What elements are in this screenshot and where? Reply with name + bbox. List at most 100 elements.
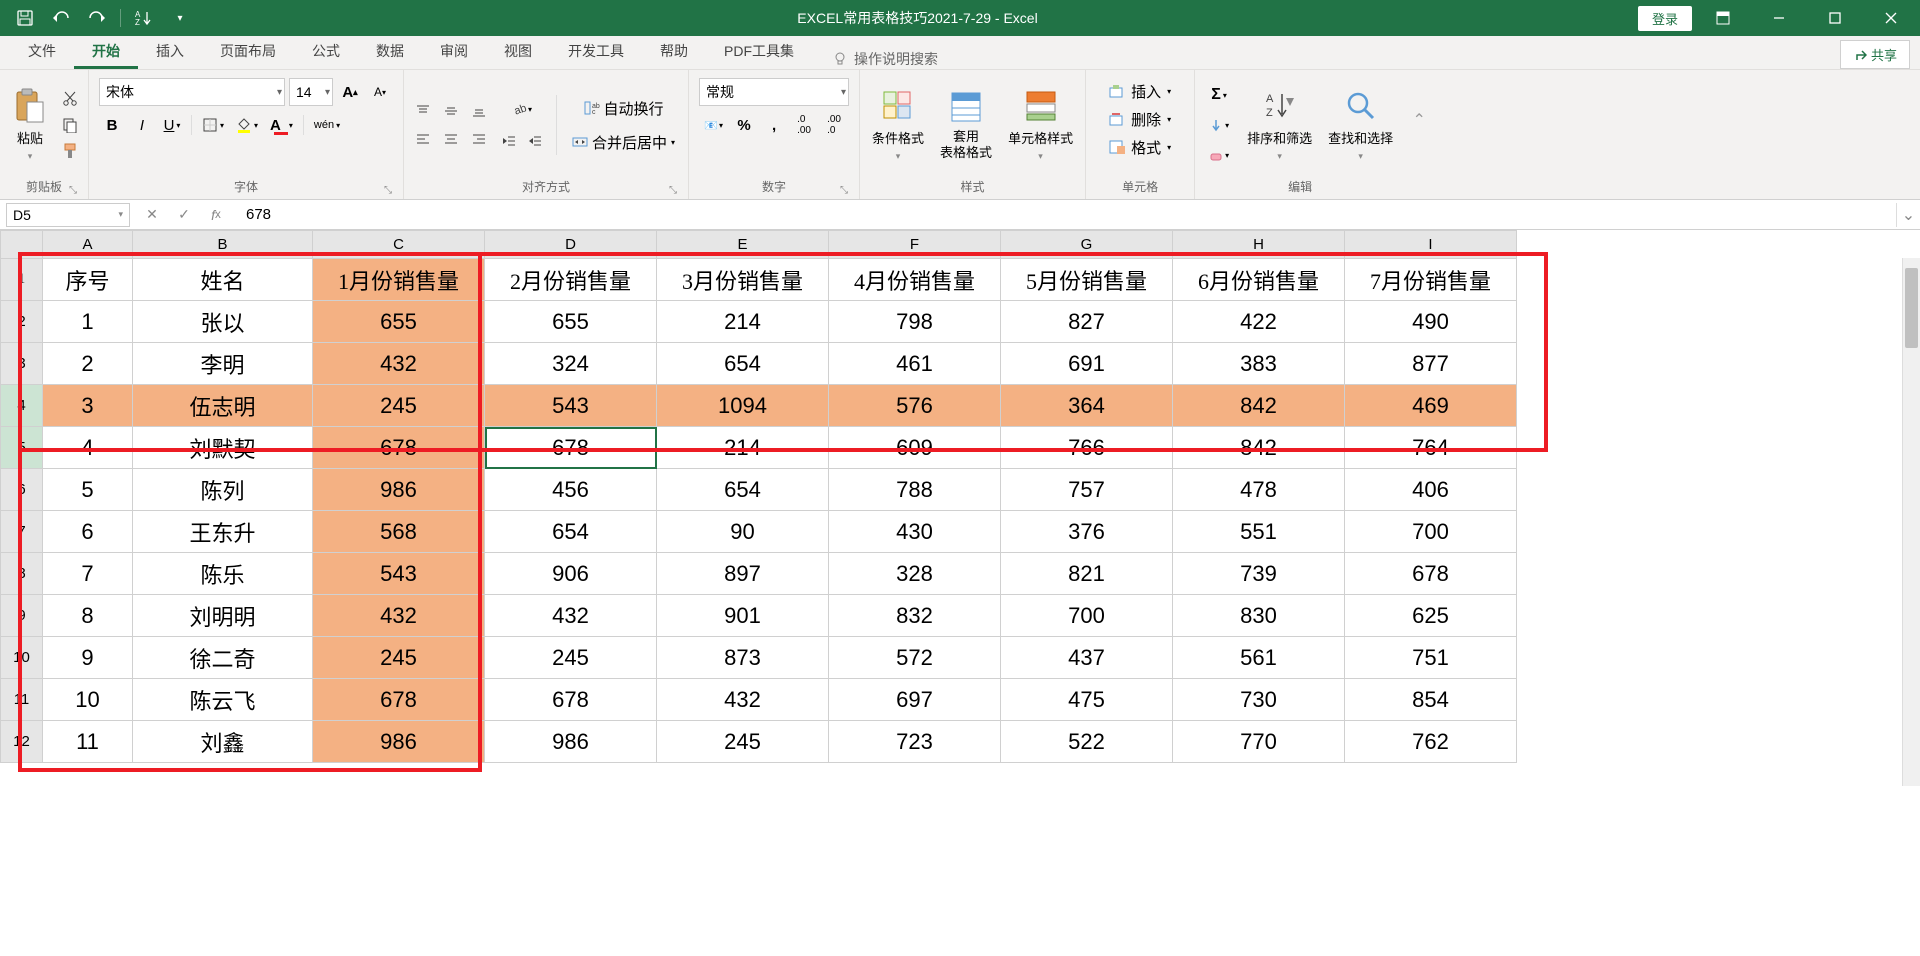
col-header-G[interactable]: G [1001,231,1173,259]
cell-G12[interactable]: 522 [1001,721,1173,763]
cell-I1[interactable]: 7月份销售量 [1345,259,1517,301]
cell-G2[interactable]: 827 [1001,301,1173,343]
row-header-7[interactable]: 7 [1,511,43,553]
cell-F3[interactable]: 461 [829,343,1001,385]
cell-C5[interactable]: 678 [313,427,485,469]
cell-B4[interactable]: 伍志明 [133,385,313,427]
cell-H7[interactable]: 551 [1173,511,1345,553]
cell-G7[interactable]: 376 [1001,511,1173,553]
login-button[interactable]: 登录 [1638,6,1692,31]
cell-F11[interactable]: 697 [829,679,1001,721]
sort-filter-button[interactable]: AZ排序和筛选▾ [1241,84,1318,166]
row-header-10[interactable]: 10 [1,637,43,679]
cell-G6[interactable]: 757 [1001,469,1173,511]
format-cells-button[interactable]: 格式▾ [1102,134,1178,160]
cell-E7[interactable]: 90 [657,511,829,553]
cell-I10[interactable]: 751 [1345,637,1517,679]
cell-C12[interactable]: 986 [313,721,485,763]
shrink-font-button[interactable]: A▾ [367,79,393,105]
row-header-9[interactable]: 9 [1,595,43,637]
tab-开始[interactable]: 开始 [74,33,138,69]
col-header-I[interactable]: I [1345,231,1517,259]
row-header-5[interactable]: 5 [1,427,43,469]
cell-F4[interactable]: 576 [829,385,1001,427]
cell-A3[interactable]: 2 [43,343,133,385]
cell-C6[interactable]: 986 [313,469,485,511]
cell-E8[interactable]: 897 [657,553,829,595]
cell-A10[interactable]: 9 [43,637,133,679]
cell-H12[interactable]: 770 [1173,721,1345,763]
row-header-12[interactable]: 12 [1,721,43,763]
accounting-format-button[interactable]: 📧▾ [699,112,727,138]
cell-F7[interactable]: 430 [829,511,1001,553]
qat-customize[interactable]: ▾ [163,3,197,33]
cell-I11[interactable]: 854 [1345,679,1517,721]
cell-A5[interactable]: 4 [43,427,133,469]
cell-C8[interactable]: 543 [313,553,485,595]
increase-decimal-button[interactable]: .0.00 [791,112,817,138]
font-color-button[interactable]: A▾ [266,112,297,138]
expand-formula-button[interactable]: ⌄ [1896,203,1920,227]
cell-C7[interactable]: 568 [313,511,485,553]
name-box[interactable]: D5▾ [6,203,130,227]
font-size-select[interactable]: 14▾ [289,78,333,106]
undo-button[interactable] [44,3,78,33]
cell-E12[interactable]: 245 [657,721,829,763]
cell-D6[interactable]: 456 [485,469,657,511]
cell-H4[interactable]: 842 [1173,385,1345,427]
cell-F5[interactable]: 609 [829,427,1001,469]
cell-B3[interactable]: 李明 [133,343,313,385]
cell-H1[interactable]: 6月份销售量 [1173,259,1345,301]
cell-C3[interactable]: 432 [313,343,485,385]
cell-E10[interactable]: 873 [657,637,829,679]
cell-H6[interactable]: 478 [1173,469,1345,511]
borders-button[interactable]: ▾ [198,112,228,138]
tab-插入[interactable]: 插入 [138,33,202,69]
cell-A4[interactable]: 3 [43,385,133,427]
col-header-F[interactable]: F [829,231,1001,259]
cell-D2[interactable]: 655 [485,301,657,343]
cell-I12[interactable]: 762 [1345,721,1517,763]
row-header-2[interactable]: 2 [1,301,43,343]
enter-formula-button[interactable]: ✓ [170,203,198,227]
cell-D12[interactable]: 986 [485,721,657,763]
merge-center-button[interactable]: 合并后居中▾ [565,129,682,155]
tab-审阅[interactable]: 审阅 [422,33,486,69]
cell-A2[interactable]: 1 [43,301,133,343]
cell-A6[interactable]: 5 [43,469,133,511]
collapse-ribbon-button[interactable]: ⌃ [1405,70,1433,170]
dialog-launcher[interactable]: ⤡ [66,183,80,197]
cell-D3[interactable]: 324 [485,343,657,385]
sort-az-button[interactable]: AZ [127,3,161,33]
cell-H3[interactable]: 383 [1173,343,1345,385]
italic-button[interactable]: I [129,112,155,138]
cell-B1[interactable]: 姓名 [133,259,313,301]
cell-G10[interactable]: 437 [1001,637,1173,679]
cell-B9[interactable]: 刘明明 [133,595,313,637]
cell-G3[interactable]: 691 [1001,343,1173,385]
cell-D4[interactable]: 543 [485,385,657,427]
tab-公式[interactable]: 公式 [294,33,358,69]
cell-F2[interactable]: 798 [829,301,1001,343]
cell-A12[interactable]: 11 [43,721,133,763]
fill-color-button[interactable]: ▾ [232,112,262,138]
row-header-11[interactable]: 11 [1,679,43,721]
orientation-button[interactable]: ab▾ [496,96,548,122]
number-format-select[interactable]: 常规▾ [699,78,849,106]
tell-me-search[interactable]: 操作说明搜索 [832,49,938,69]
row-header-6[interactable]: 6 [1,469,43,511]
cell-G5[interactable]: 766 [1001,427,1173,469]
col-header-A[interactable]: A [43,231,133,259]
cancel-formula-button[interactable]: ✕ [138,203,166,227]
increase-indent-button[interactable] [522,128,548,154]
tab-视图[interactable]: 视图 [486,33,550,69]
scroll-thumb[interactable] [1905,268,1918,348]
cell-I8[interactable]: 678 [1345,553,1517,595]
clear-button[interactable]: ▾ [1205,142,1233,168]
tab-PDF工具集[interactable]: PDF工具集 [706,33,812,69]
cell-styles-button[interactable]: 单元格样式▾ [1002,84,1079,166]
cell-F8[interactable]: 328 [829,553,1001,595]
cell-A7[interactable]: 6 [43,511,133,553]
tab-文件[interactable]: 文件 [10,33,74,69]
cell-F12[interactable]: 723 [829,721,1001,763]
